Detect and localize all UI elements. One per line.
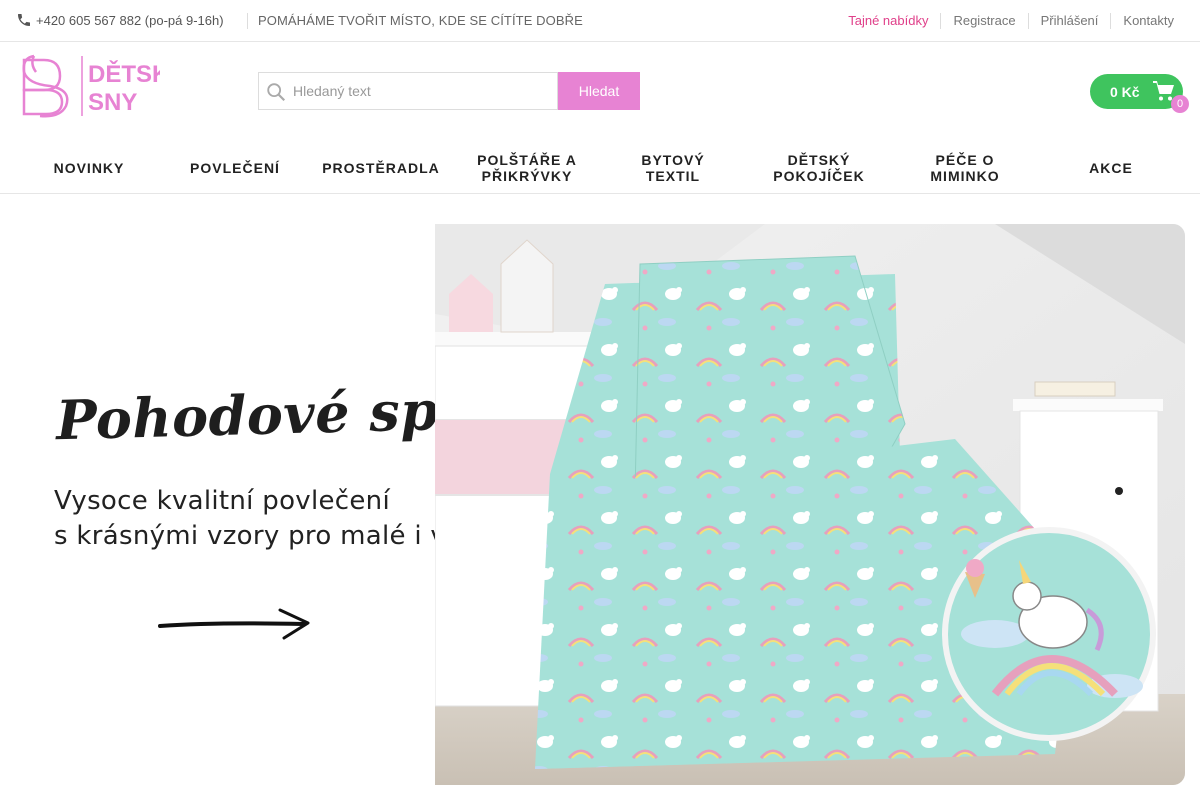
- cart-total: 0 Kč: [1110, 83, 1140, 100]
- logo-line2: SNY: [88, 89, 137, 116]
- phone-icon: [18, 14, 30, 26]
- nav-item-novinky[interactable]: NOVINKY: [16, 142, 162, 194]
- link-secret-offers[interactable]: Tajné nabídky: [836, 13, 940, 29]
- hero-subtitle-line2: s krásnými vzory pro malé i velké: [54, 521, 501, 551]
- search-bar: Hledat: [258, 72, 640, 110]
- nav-item-bytovy-textil[interactable]: BYTOVÝ TEXTIL: [600, 142, 746, 194]
- phone-contact[interactable]: +420 605 567 882 (po-pá 9-16h): [16, 12, 224, 28]
- nav-divider: [0, 193, 1200, 194]
- nav-item-povleceni[interactable]: POVLEČENÍ: [162, 142, 308, 194]
- nav-item-polstare[interactable]: POLŠTÁŘE A PŘIKRÝVKY: [454, 142, 600, 194]
- arrow-right-icon: [158, 608, 310, 640]
- top-bar: +420 605 567 882 (po-pá 9-16h) POMÁHÁME …: [0, 0, 1200, 42]
- hero-banner[interactable]: Pohodové spaní Vysoce kvalitní povlečení…: [0, 224, 1185, 785]
- hero-subtitle-line1: Vysoce kvalitní povlečení: [54, 486, 390, 516]
- link-register[interactable]: Registrace: [940, 13, 1027, 29]
- search-button[interactable]: Hledat: [558, 72, 640, 110]
- nav-item-detsky-pokojicek[interactable]: DĚTSKÝ POKOJÍČEK: [746, 142, 892, 194]
- cart-button[interactable]: 0 Kč 0: [1090, 74, 1189, 113]
- top-links: Tajné nabídky Registrace Přihlášení Kont…: [836, 13, 1174, 29]
- nav-item-akce[interactable]: AKCE: [1038, 142, 1184, 194]
- search-field: [258, 72, 558, 110]
- tagline: POMÁHÁME TVOŘIT MÍSTO, KDE SE CÍTÍTE DOB…: [258, 13, 583, 28]
- link-contacts[interactable]: Kontakty: [1110, 13, 1174, 29]
- site-logo[interactable]: DĚTSKÉ SNY: [20, 52, 185, 118]
- search-icon: [267, 83, 286, 102]
- main-nav: NOVINKY POVLEČENÍ PROSTĚRADLA POLŠTÁŘE A…: [16, 142, 1184, 194]
- hero-image: [435, 224, 1185, 785]
- divider: [247, 13, 248, 29]
- phone-text: +420 605 567 882 (po-pá 9-16h): [36, 12, 224, 28]
- nav-item-prosteradla[interactable]: PROSTĚRADLA: [308, 142, 454, 194]
- cart-count-badge: 0: [1171, 95, 1189, 113]
- search-input[interactable]: [259, 73, 557, 109]
- nav-item-pece-o-miminko[interactable]: PÉČE O MIMINKO: [892, 142, 1038, 194]
- logo-mark: DĚTSKÉ SNY: [22, 54, 185, 118]
- logo-line1: DĚTSKÉ: [88, 60, 160, 88]
- link-login[interactable]: Přihlášení: [1027, 13, 1111, 29]
